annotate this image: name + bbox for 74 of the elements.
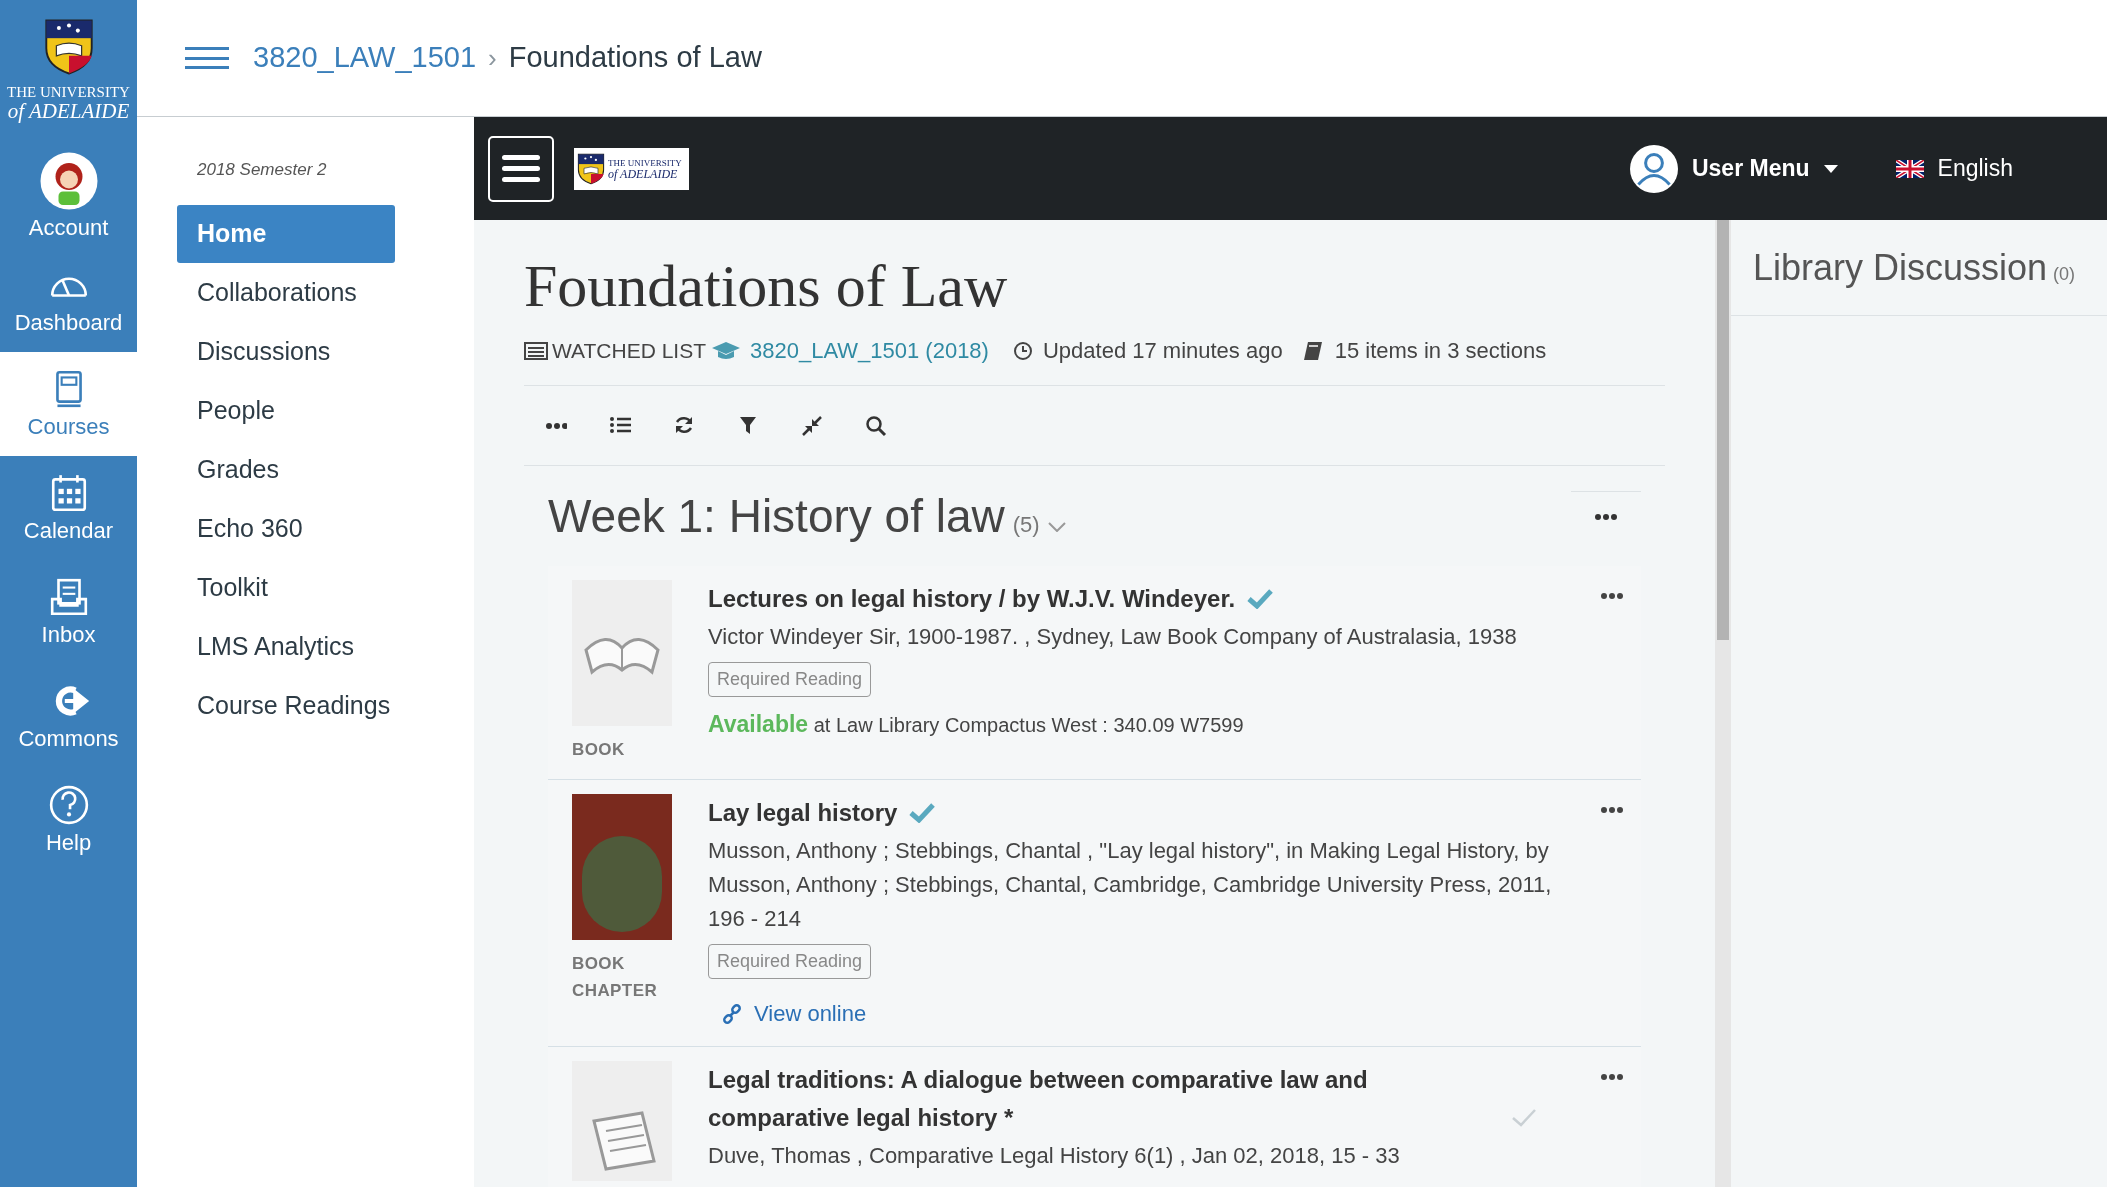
clock-icon (1012, 340, 1033, 361)
university-crest-icon (42, 18, 95, 76)
search-icon (865, 414, 887, 437)
avatar-icon (38, 151, 99, 211)
filter-icon (737, 414, 759, 437)
course-nav-link[interactable]: Home (177, 204, 395, 263)
availability-text: Available at Law Library Compactus West : 340.09 W7599 (708, 710, 1244, 739)
logo-text: of ADELAIDE (7, 100, 130, 122)
nav-item[interactable]: Calendar (0, 456, 137, 560)
required-reading-tag: Required Reading (708, 662, 872, 697)
scrollbar-thumb[interactable] (1717, 220, 1729, 640)
flag-icon (1895, 159, 1924, 178)
more-icon (1600, 806, 1624, 814)
panel-count: (0) (2053, 263, 2076, 286)
book-icon (1302, 340, 1323, 361)
panel-title: Library Discussion (1753, 245, 2048, 290)
logo-text: of ADELAIDE (608, 168, 679, 180)
breadcrumb-separator: › (488, 41, 497, 75)
item-title[interactable]: Lectures on legal history / by W.J.V. Windeyer. (708, 580, 1236, 618)
item-citation: Musson, Anthony ; Stebbings, Chantal , "Lay legal history", in Making Legal History, by Musson, Anthony ; Stebbings, Chantal, Cambridge, Cambridge University Press, 2011, 196 - 214 (708, 837, 1553, 933)
course-nav-link[interactable]: Collaborations (177, 263, 395, 322)
menu-button[interactable] (488, 135, 554, 202)
list-title: Foundations of Law (524, 252, 1009, 321)
course-nav-link[interactable]: People (177, 381, 395, 440)
item-title[interactable]: Legal traditions: A dialogue between comparative law and comparative legal history * (708, 1061, 1499, 1137)
more-icon (1600, 1073, 1624, 1081)
university-crest-icon (577, 151, 605, 186)
nav-item[interactable]: Help (0, 768, 137, 872)
required-reading-tag: Required Reading (708, 944, 872, 979)
section-title: Week 1: History of law (548, 488, 1005, 544)
graduation-cap-icon (712, 340, 740, 361)
collapse-arrows-icon (801, 414, 823, 437)
help-icon (47, 784, 90, 826)
user-menu-button[interactable]: User Menu (1629, 144, 1838, 193)
nav-item[interactable]: Commons (0, 664, 137, 768)
item-title[interactable]: Lay legal history (708, 794, 898, 832)
nav-item[interactable]: Account (0, 144, 137, 248)
view-online-link[interactable]: View online (722, 997, 867, 1030)
course-link[interactable]: 3820_LAW_1501 (2018) (750, 334, 989, 367)
language-button[interactable]: English (1895, 151, 2013, 186)
toolbar-button[interactable] (800, 413, 824, 438)
course-nav-link[interactable]: Course Readings (177, 676, 395, 735)
item-type-label: BOOK CHAPTER (572, 953, 659, 1002)
nav-item[interactable]: Dashboard (0, 248, 137, 352)
nav-item[interactable]: Inbox (0, 560, 137, 664)
user-avatar-icon (1629, 144, 1678, 193)
more-icon (1600, 592, 1624, 600)
logo-text: THE UNIVERSITY (608, 157, 682, 169)
breadcrumb-current: Foundations of Law (508, 40, 762, 76)
watched-list-label: WATCHED LIST (552, 337, 706, 364)
course-nav-link[interactable]: Discussions (177, 322, 395, 381)
term-label: 2018 Semester 2 (196, 159, 328, 181)
course-nav-link[interactable]: LMS Analytics (177, 617, 395, 676)
document-icon (572, 1061, 672, 1181)
breadcrumb-link[interactable]: 3820_LAW_1501 (253, 36, 477, 80)
course-nav-link[interactable]: Echo 360 (177, 499, 395, 558)
link-icon (722, 1003, 742, 1024)
chevron-down-icon (1047, 521, 1066, 532)
updated-label: Updated 17 minutes ago (1042, 337, 1283, 365)
item-citation: Victor Windeyer Sir, 1900-1987. , Sydney, Law Book Company of Australasia, 1938 (708, 623, 1517, 651)
item-citation: Duve, Thomas , Comparative Legal History 6(1) , Jan 02, 2018, 15 - 33 (708, 1142, 1400, 1170)
caret-icon (1823, 164, 1838, 173)
open-book-icon (572, 580, 672, 726)
course-nav-link[interactable]: Toolkit (177, 558, 395, 617)
item-count: 15 items in 3 sections (1334, 337, 1547, 365)
more-icon (545, 421, 567, 430)
list-icon (524, 341, 548, 360)
toolbar-button[interactable] (864, 413, 888, 438)
more-icon (1594, 512, 1618, 521)
course-nav-link[interactable]: Grades (177, 440, 395, 499)
nav-item[interactable]: Courses (0, 352, 137, 456)
section-count: (5) (1012, 510, 1040, 539)
item-type-label: BOOK (572, 739, 626, 761)
logo-text: THE UNIVERSITY (7, 84, 130, 100)
